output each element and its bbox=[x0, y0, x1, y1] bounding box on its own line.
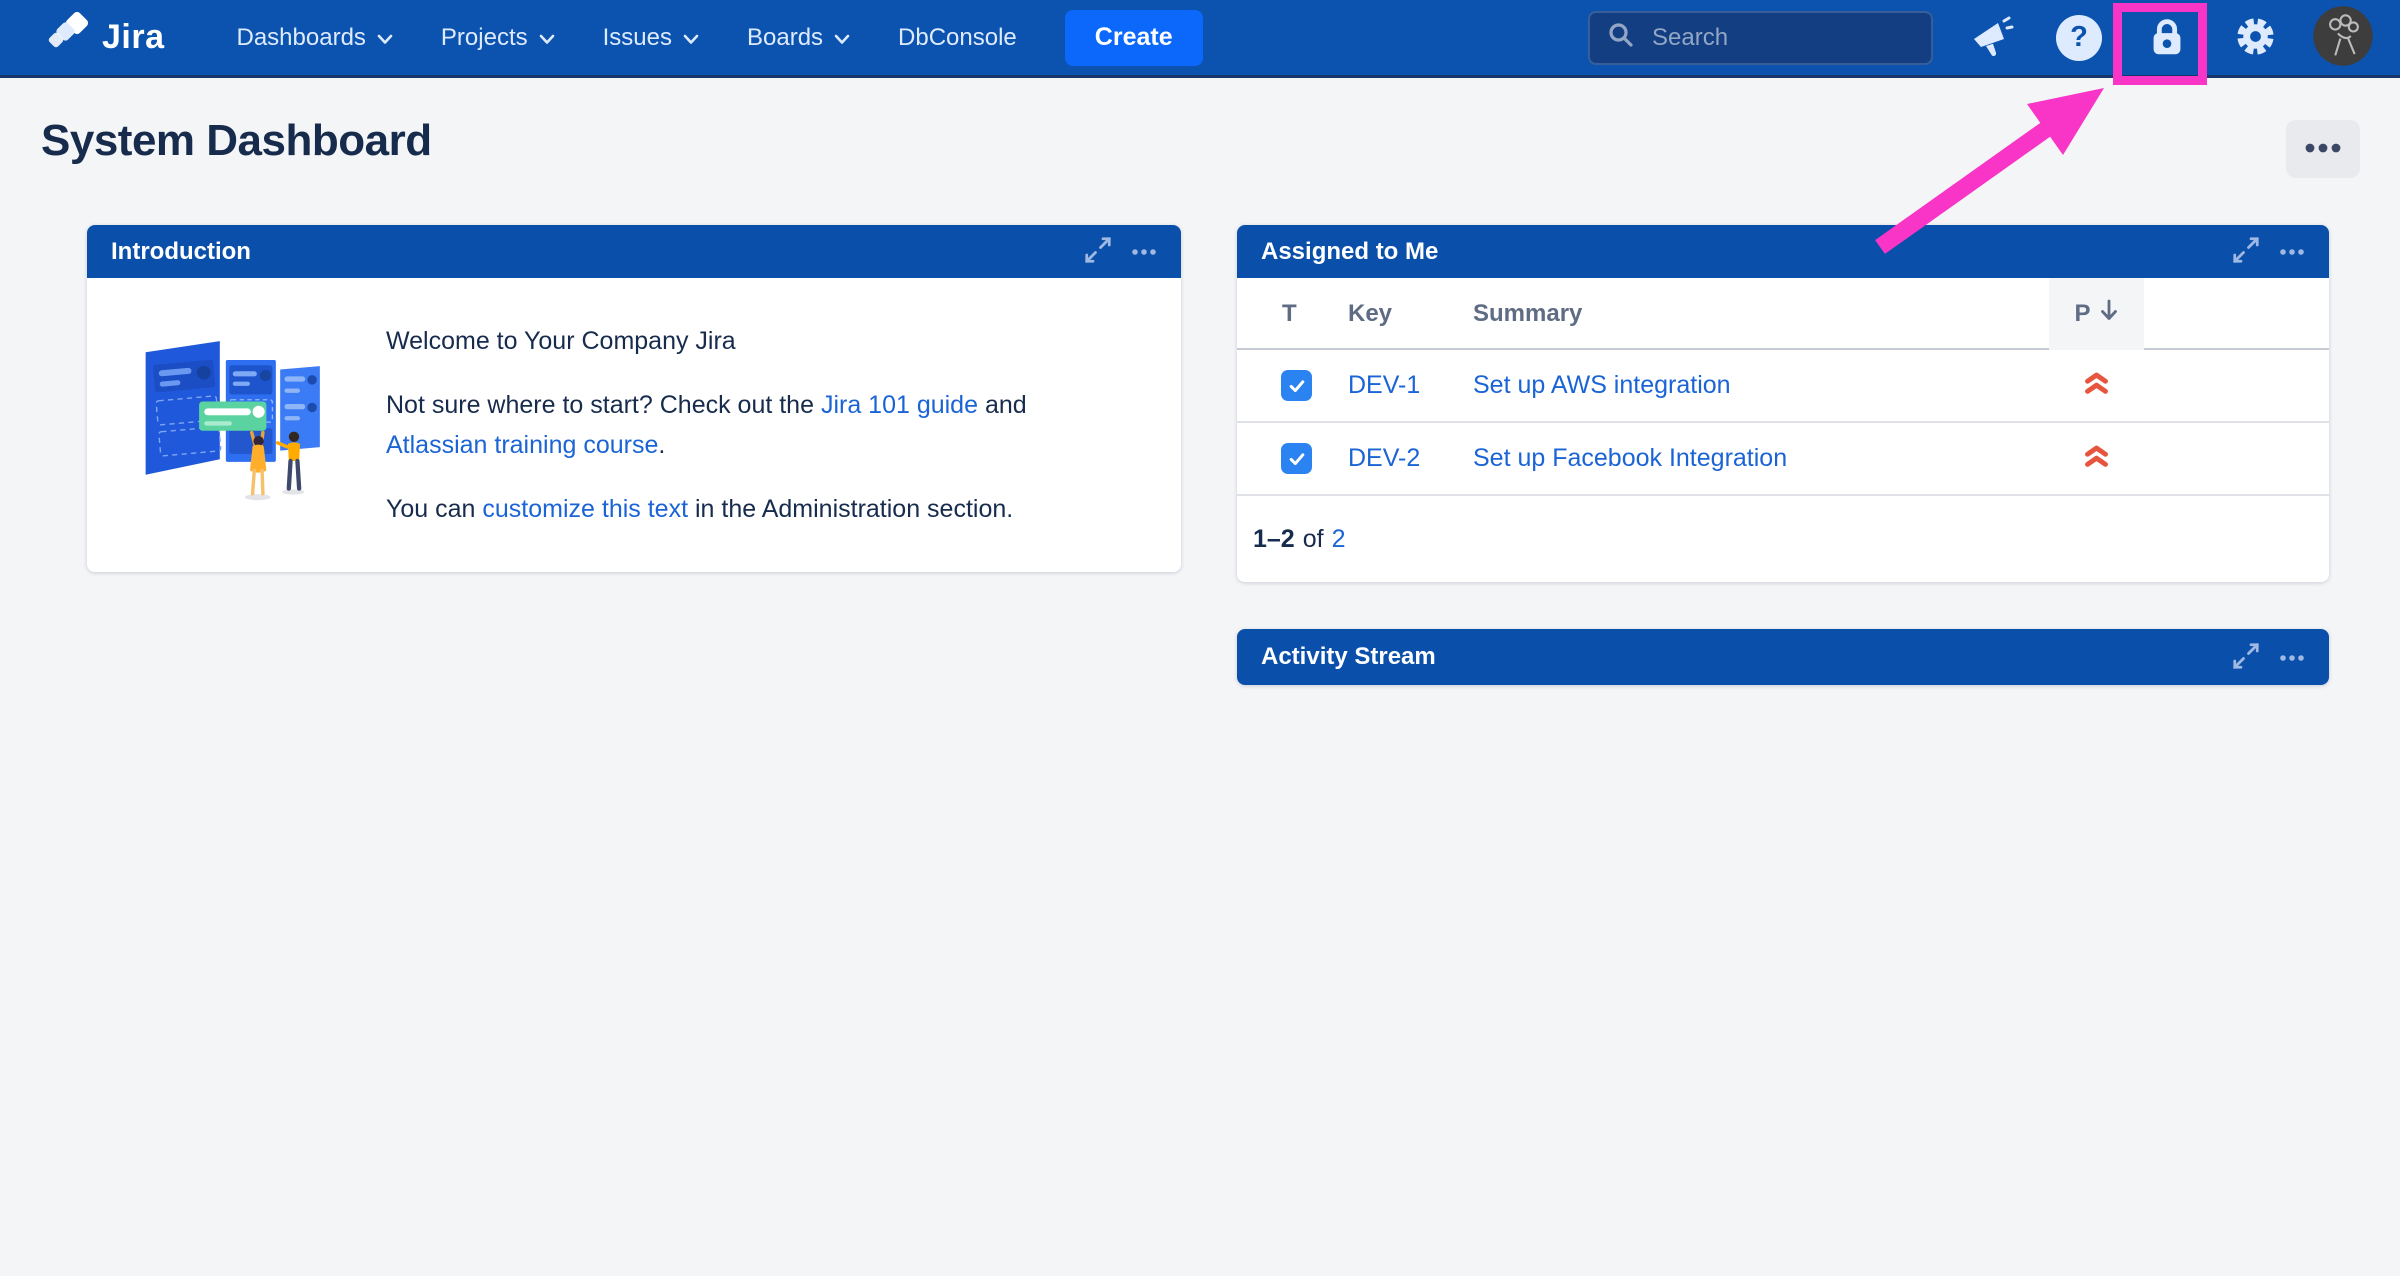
panel-title: Activity Stream bbox=[1261, 643, 1436, 671]
nav-item-label: Projects bbox=[441, 24, 528, 52]
text: P bbox=[2074, 300, 2090, 328]
column-header-priority[interactable]: P bbox=[2049, 278, 2144, 350]
introduction-panel-header: Introduction bbox=[87, 225, 1181, 278]
help-glyph: ? bbox=[2070, 21, 2088, 54]
issue-type-cell bbox=[1237, 443, 1348, 474]
search-icon bbox=[1606, 20, 1636, 55]
table-row: DEV-2 Set up Facebook Integration bbox=[1237, 423, 2329, 496]
expand-icon bbox=[2231, 235, 2261, 268]
task-check-icon bbox=[1281, 443, 1312, 474]
priority-cell bbox=[2049, 371, 2144, 401]
priority-highest-icon bbox=[2083, 444, 2110, 474]
dashboard-more-button[interactable] bbox=[2286, 120, 2360, 178]
column-header-summary: Summary bbox=[1473, 300, 2049, 328]
task-check-icon bbox=[1281, 370, 1312, 401]
text: and bbox=[978, 391, 1027, 419]
activity-panel-header: Activity Stream bbox=[1237, 629, 2329, 685]
jira-logo-text: Jira bbox=[102, 18, 165, 57]
teamwork-illustration bbox=[137, 328, 344, 523]
help-button[interactable]: ? bbox=[2055, 14, 2103, 62]
welcome-heading: Welcome to Your Company Jira bbox=[386, 321, 1027, 361]
jira-logo[interactable]: Jira bbox=[44, 12, 165, 63]
introduction-panel: Introduction bbox=[87, 225, 1181, 572]
atlassian-training-link[interactable]: Atlassian training course bbox=[386, 431, 658, 459]
help-icon: ? bbox=[2056, 15, 2102, 61]
expand-button[interactable] bbox=[2231, 641, 2261, 674]
expand-button[interactable] bbox=[2231, 235, 2261, 268]
chevron-down-icon bbox=[834, 24, 850, 52]
text: . bbox=[658, 431, 665, 459]
search-input[interactable] bbox=[1650, 23, 1915, 53]
issue-key-link[interactable]: DEV-1 bbox=[1348, 371, 1473, 400]
nav-item-projects[interactable]: Projects bbox=[441, 24, 555, 52]
priority-highest-icon bbox=[2083, 371, 2110, 401]
pagination-range: 1–2 bbox=[1253, 525, 1295, 554]
top-navbar: Jira Dashboards Projects Issues Boards D… bbox=[0, 0, 2400, 78]
panel-more-button[interactable] bbox=[1131, 244, 1157, 259]
nav-item-label: Issues bbox=[603, 24, 672, 52]
expand-icon bbox=[1083, 235, 1113, 268]
chevron-down-icon bbox=[377, 24, 393, 52]
nav-right-icons: ? bbox=[1967, 14, 2367, 62]
sort-desc-icon bbox=[2099, 298, 2119, 331]
issue-table-header: T Key Summary P bbox=[1237, 278, 2329, 350]
permissions-button[interactable] bbox=[2143, 14, 2191, 62]
jira-101-guide-link[interactable]: Jira 101 guide bbox=[821, 391, 978, 419]
jira-logo-icon bbox=[44, 12, 90, 63]
expand-button[interactable] bbox=[1083, 235, 1113, 268]
panel-more-button[interactable] bbox=[2279, 244, 2305, 259]
search-box[interactable] bbox=[1588, 11, 1933, 65]
text: You can bbox=[386, 495, 482, 523]
table-row: DEV-1 Set up AWS integration bbox=[1237, 350, 2329, 423]
pagination: 1–2 of 2 bbox=[1237, 496, 2329, 582]
expand-icon bbox=[2231, 641, 2261, 674]
text: Not sure where to start? Check out the bbox=[386, 391, 821, 419]
profile-button[interactable] bbox=[2319, 14, 2367, 62]
pagination-of: of bbox=[1303, 525, 1324, 554]
more-icon bbox=[2279, 650, 2305, 665]
avatar bbox=[2312, 5, 2374, 70]
more-icon bbox=[1131, 244, 1157, 259]
main-nav: Dashboards Projects Issues Boards DbCons… bbox=[237, 24, 1065, 52]
create-button[interactable]: Create bbox=[1065, 10, 1203, 66]
nav-item-issues[interactable]: Issues bbox=[603, 24, 699, 52]
settings-button[interactable] bbox=[2231, 14, 2279, 62]
issue-summary-link[interactable]: Set up AWS integration bbox=[1473, 371, 2049, 400]
nav-item-dashboards[interactable]: Dashboards bbox=[237, 24, 393, 52]
introduction-panel-body: Welcome to Your Company Jira Not sure wh… bbox=[87, 278, 1181, 572]
pagination-total-link[interactable]: 2 bbox=[1332, 525, 1346, 554]
lock-icon bbox=[2144, 13, 2190, 62]
chevron-down-icon bbox=[683, 24, 699, 52]
page-title: System Dashboard bbox=[41, 116, 432, 166]
nav-item-dbconsole[interactable]: DbConsole bbox=[898, 24, 1017, 52]
nav-item-label: Boards bbox=[747, 24, 823, 52]
issue-summary-link[interactable]: Set up Facebook Integration bbox=[1473, 444, 2049, 473]
issue-key-link[interactable]: DEV-2 bbox=[1348, 444, 1473, 473]
panel-title: Introduction bbox=[111, 238, 251, 266]
getting-started-paragraph: Not sure where to start? Check out the J… bbox=[386, 385, 1027, 465]
nav-item-boards[interactable]: Boards bbox=[747, 24, 850, 52]
panel-title: Assigned to Me bbox=[1261, 238, 1438, 266]
column-header-type: T bbox=[1237, 300, 1348, 328]
panel-more-button[interactable] bbox=[2279, 650, 2305, 665]
assigned-to-me-panel: Assigned to Me T Key Summary P bbox=[1237, 225, 2329, 582]
nav-item-label: Dashboards bbox=[237, 24, 366, 52]
text: in the Administration section. bbox=[688, 495, 1013, 523]
chevron-down-icon bbox=[539, 24, 555, 52]
assigned-panel-header: Assigned to Me bbox=[1237, 225, 2329, 278]
priority-cell bbox=[2049, 444, 2144, 474]
more-icon bbox=[2279, 244, 2305, 259]
customize-paragraph: You can customize this text in the Admin… bbox=[386, 489, 1027, 529]
gear-icon bbox=[2232, 13, 2279, 63]
customize-text-link[interactable]: customize this text bbox=[482, 495, 688, 523]
nav-item-label: DbConsole bbox=[898, 24, 1017, 52]
megaphone-icon bbox=[1968, 13, 2014, 62]
column-header-key: Key bbox=[1348, 300, 1473, 328]
activity-stream-panel: Activity Stream bbox=[1237, 629, 2329, 685]
announcements-button[interactable] bbox=[1967, 14, 2015, 62]
issue-type-cell bbox=[1237, 370, 1348, 401]
introduction-text: Welcome to Your Company Jira Not sure wh… bbox=[386, 297, 1027, 553]
more-icon bbox=[2303, 142, 2343, 157]
